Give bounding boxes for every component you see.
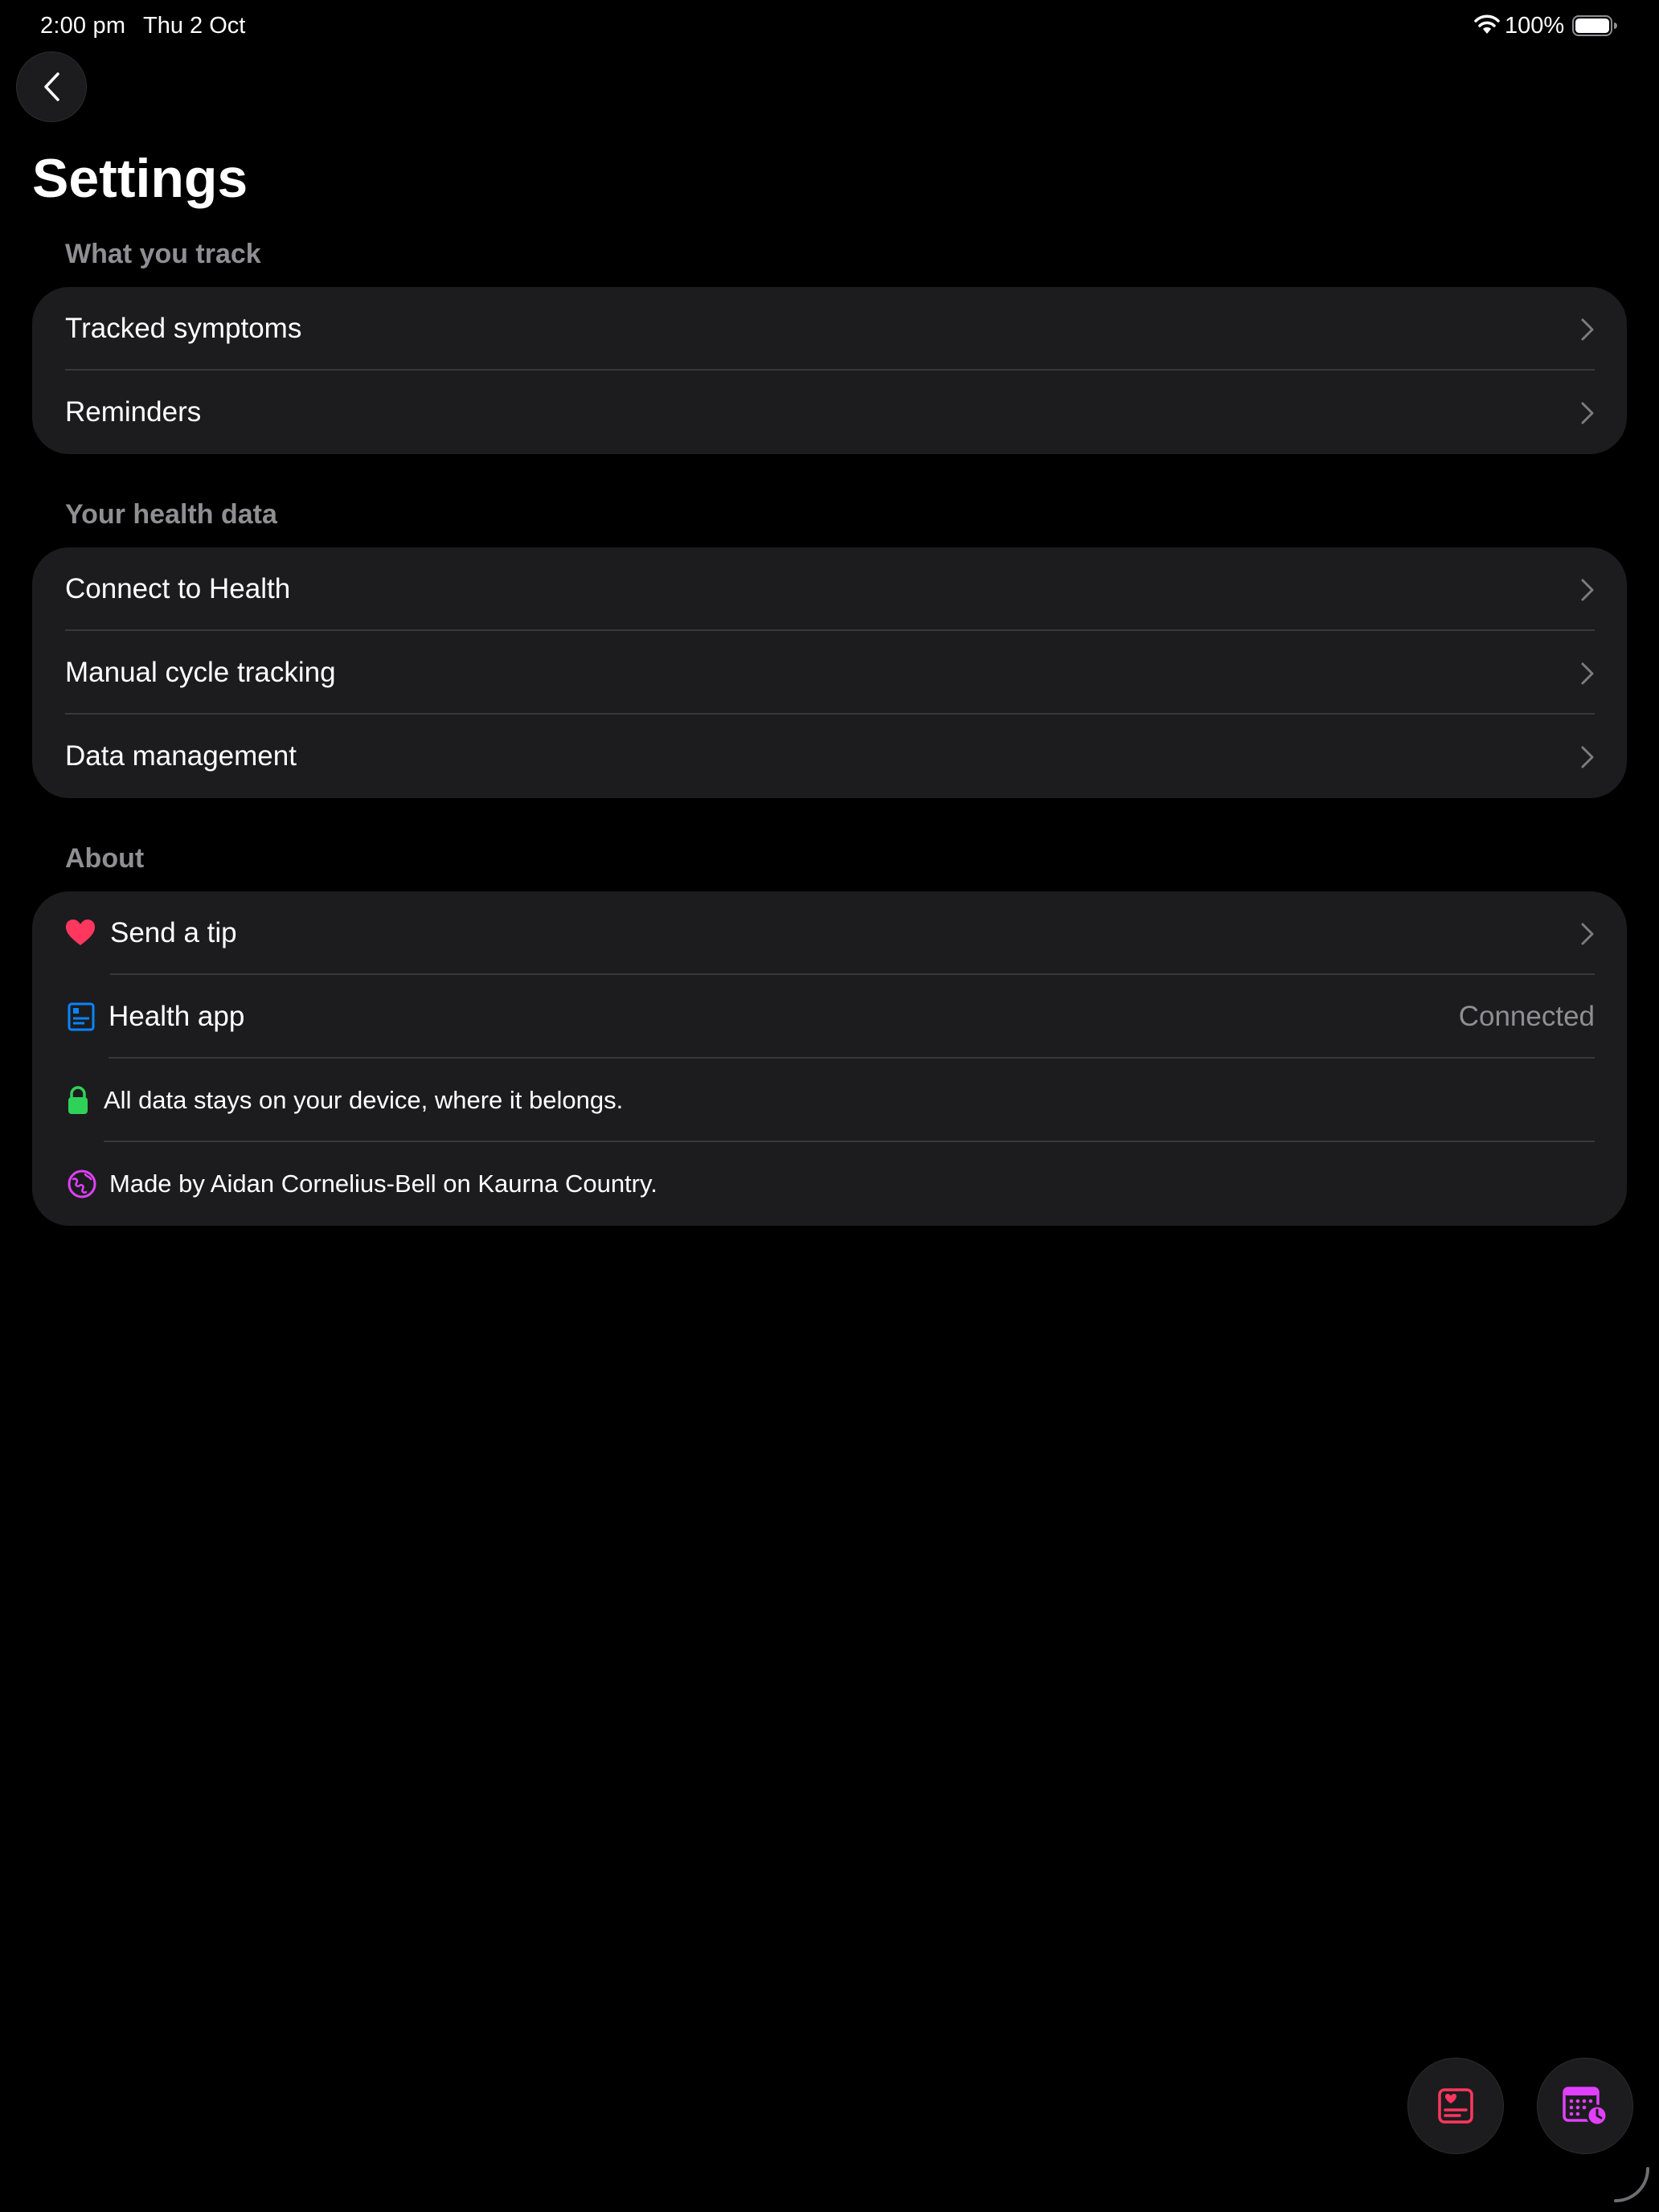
row-connect-to-health[interactable]: Connect to Health xyxy=(32,547,1627,631)
chevron-right-icon xyxy=(1581,746,1594,768)
section-header-about: About xyxy=(65,843,145,874)
chevron-left-icon xyxy=(44,72,59,101)
row-send-a-tip[interactable]: Send a tip xyxy=(32,891,1627,975)
chevron-right-icon xyxy=(1581,662,1594,685)
row-made-by: Made by Aidan Cornelius-Bell on Kaurna C… xyxy=(32,1142,1627,1226)
section-header-track: What you track xyxy=(65,239,261,269)
row-label: Send a tip xyxy=(110,917,237,948)
battery-percent: 100% xyxy=(1505,13,1565,39)
status-date: Thu 2 Oct xyxy=(143,13,246,39)
row-label: All data stays on your device, where it … xyxy=(104,1086,624,1114)
log-symptoms-button[interactable] xyxy=(1407,2058,1504,2154)
heart-icon xyxy=(66,920,95,945)
health-record-icon xyxy=(68,1002,95,1031)
chevron-right-icon xyxy=(1581,579,1594,601)
row-label: Health app xyxy=(109,1001,245,1032)
row-manual-cycle-tracking[interactable]: Manual cycle tracking xyxy=(32,631,1627,715)
row-privacy-statement: All data stays on your device, where it … xyxy=(32,1059,1627,1142)
battery-icon xyxy=(1572,15,1617,36)
row-label: Reminders xyxy=(65,396,202,428)
row-label: Made by Aidan Cornelius-Bell on Kaurna C… xyxy=(109,1169,657,1198)
window-resize-handle[interactable] xyxy=(1611,2164,1653,2206)
row-label: Data management xyxy=(65,740,297,772)
row-label: Tracked symptoms xyxy=(65,313,302,344)
section-header-health: Your health data xyxy=(65,499,277,530)
back-button[interactable] xyxy=(16,51,87,122)
track-card: Tracked symptoms Reminders xyxy=(32,287,1627,454)
row-data-management[interactable]: Data management xyxy=(32,715,1627,798)
chevron-right-icon xyxy=(1581,318,1594,341)
row-label: Manual cycle tracking xyxy=(65,657,336,688)
row-reminders[interactable]: Reminders xyxy=(32,371,1627,454)
status-time: 2:00 pm xyxy=(40,13,126,39)
health-card: Connect to Health Manual cycle tracking … xyxy=(32,547,1627,798)
calendar-clock-icon xyxy=(1563,2087,1608,2127)
row-label: Connect to Health xyxy=(65,573,291,604)
globe-icon xyxy=(68,1169,96,1198)
lock-icon xyxy=(68,1086,88,1114)
chevron-right-icon xyxy=(1581,402,1594,424)
row-tracked-symptoms[interactable]: Tracked symptoms xyxy=(32,287,1627,371)
chevron-right-icon xyxy=(1581,923,1594,945)
wifi-icon xyxy=(1474,14,1500,34)
health-log-icon xyxy=(1438,2088,1473,2124)
row-health-app[interactable]: Health app Connected xyxy=(32,975,1627,1059)
calendar-button[interactable] xyxy=(1537,2058,1633,2154)
health-connection-status: Connected xyxy=(1458,1001,1595,1032)
page-title: Settings xyxy=(32,148,248,209)
about-card: Send a tip Health app Connected All data… xyxy=(32,891,1627,1226)
